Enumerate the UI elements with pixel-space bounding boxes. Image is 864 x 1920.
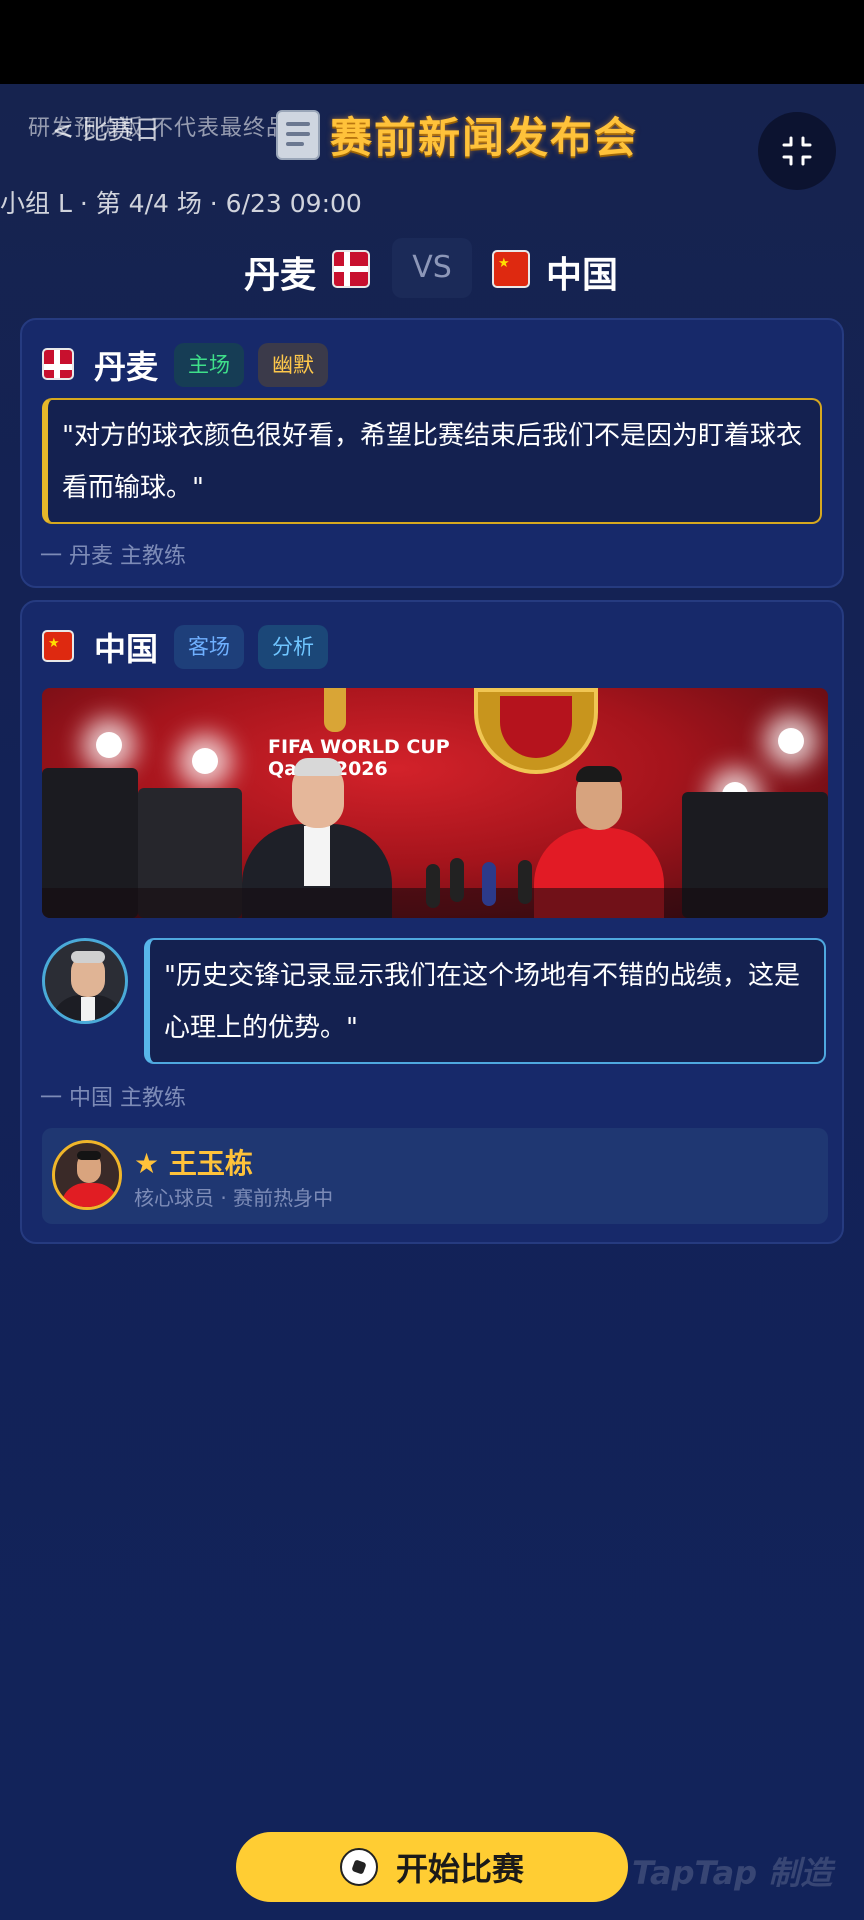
taptap-watermark: TapTap 制造 — [632, 1854, 833, 1892]
title-bar: 赛前新闻发布会 — [276, 104, 638, 165]
back-button[interactable]: < 比赛日 — [52, 110, 160, 147]
china-flag-icon: ★ — [42, 630, 74, 662]
away-tag: 客场 — [174, 625, 245, 669]
home-coach-quote: "对方的球衣颜色很好看，希望比赛结束后我们不是因为盯着球衣看而输球。" — [42, 398, 822, 524]
flash-light — [96, 732, 122, 758]
home-card-header: 丹麦 主场 幽默 — [42, 342, 329, 388]
home-tag: 主场 — [174, 343, 245, 387]
microphone-icon — [426, 864, 440, 908]
press-conference-photo: FIFA WORLD CUP Qatar 2026 — [42, 688, 828, 918]
collapse-icon — [782, 136, 812, 166]
away-coach-quote: "历史交锋记录显示我们在这个场地有不错的战绩，这是心理上的优势。" — [144, 938, 826, 1064]
key-player-item[interactable]: ★ 王玉栋 核心球员 · 赛前热身中 — [42, 1128, 828, 1224]
coach-avatar — [42, 938, 128, 1024]
dragon-emblem-icon — [474, 688, 598, 774]
flash-light — [192, 748, 218, 774]
key-player-status: 核心球员 · 赛前热身中 — [134, 1186, 334, 1210]
away-team-name: 中国 — [546, 255, 619, 296]
home-team-name: 丹麦 — [244, 255, 317, 296]
away-card-header: ★ 中国 客场 分析 — [42, 624, 329, 670]
start-match-label: 开始比赛 — [395, 1850, 524, 1888]
away-card-team: 中国 — [94, 630, 159, 668]
china-flag-icon: ★ — [492, 250, 530, 288]
flash-light — [778, 728, 804, 754]
key-player-name: ★ 王玉栋 — [134, 1142, 253, 1182]
key-player-name-text: 王玉栋 — [168, 1147, 253, 1180]
microphone-icon — [518, 860, 532, 904]
match-header: 丹麦 VS ★ 中国 — [0, 238, 864, 302]
microphone-icon — [482, 862, 496, 906]
denmark-flag-icon — [42, 348, 74, 380]
home-coach-card: 丹麦 主场 幽默 "对方的球衣颜色很好看，希望比赛结束后我们不是因为盯着球衣看而… — [20, 318, 844, 588]
home-card-team: 丹麦 — [94, 348, 159, 386]
microphone-icon — [450, 858, 464, 902]
away-coach-attribution: 一 中国 主教练 — [40, 1086, 186, 1111]
player-avatar — [52, 1140, 122, 1210]
world-cup-trophy-icon — [324, 688, 346, 732]
denmark-flag-icon — [332, 250, 370, 288]
vs-badge: VS — [392, 238, 472, 298]
status-bar — [0, 0, 864, 84]
page-title: 赛前新闻发布会 — [330, 113, 639, 162]
humor-tag: 幽默 — [258, 343, 329, 387]
soccer-ball-icon — [339, 1848, 378, 1886]
match-meta: 小组 L · 第 4/4 场 · 6/23 09:00 — [0, 189, 362, 218]
analysis-tag: 分析 — [258, 625, 329, 669]
star-icon: ★ — [134, 1147, 160, 1180]
newspaper-icon — [276, 109, 320, 160]
collapse-button[interactable] — [758, 112, 836, 190]
start-match-button[interactable]: 开始比赛 — [236, 1832, 628, 1902]
home-coach-attribution: 一 丹麦 主教练 — [40, 544, 186, 569]
away-coach-card: ★ 中国 客场 分析 FIFA WORLD CUP Qatar 2026 "历史… — [20, 600, 844, 1244]
